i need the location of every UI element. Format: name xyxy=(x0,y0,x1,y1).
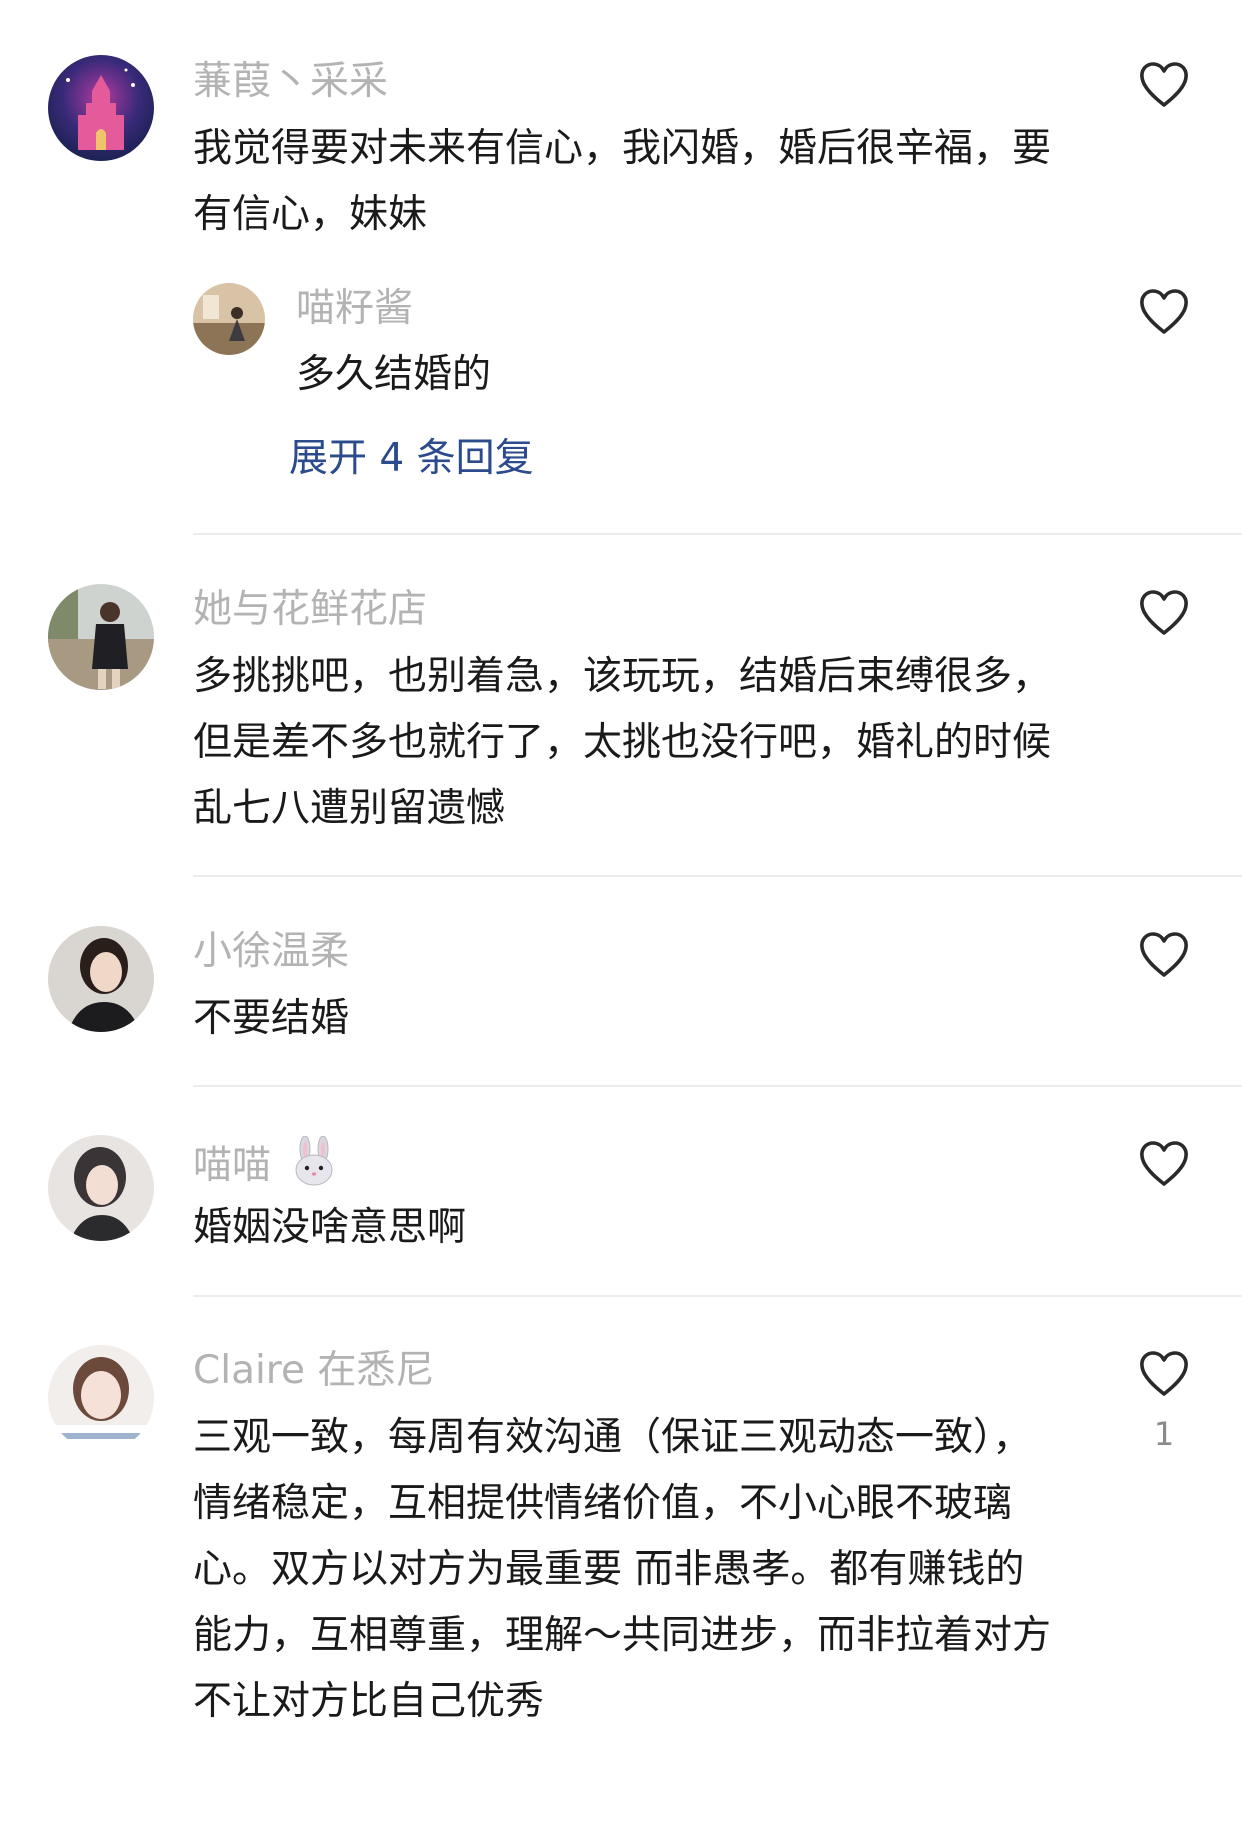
divider xyxy=(193,533,1242,535)
heart-outline-icon[interactable] xyxy=(1139,590,1189,636)
rabbit-face-icon xyxy=(291,1135,337,1199)
expand-replies-link[interactable]: 展开 4 条回复 xyxy=(289,434,534,484)
divider xyxy=(193,875,1242,877)
avatar[interactable] xyxy=(48,1345,154,1451)
avatar[interactable] xyxy=(193,283,265,355)
avatar[interactable] xyxy=(48,1135,154,1241)
avatar[interactable] xyxy=(48,584,154,690)
comment-text: 婚姻没啥意思啊 xyxy=(193,1205,467,1250)
heart-outline-icon[interactable] xyxy=(1139,1351,1189,1397)
heart-outline-icon[interactable] xyxy=(1139,62,1189,108)
heart-outline-icon[interactable] xyxy=(1139,289,1189,335)
heart-outline-icon[interactable] xyxy=(1139,1141,1189,1187)
username[interactable]: 她与花鲜花店 xyxy=(193,585,427,635)
username[interactable]: 蒹葭丶采采 xyxy=(193,57,388,107)
comment-text: 不要结婚 xyxy=(193,996,350,1041)
username-text: 喵喵 xyxy=(193,1143,272,1188)
like-count: 1 xyxy=(1153,1415,1175,1453)
reply-username[interactable]: 喵籽酱 xyxy=(296,284,413,334)
avatar[interactable] xyxy=(48,926,154,1032)
reply-text: 多久结婚的 xyxy=(296,352,492,397)
divider xyxy=(193,1295,1242,1297)
comment-text: 多挑挑吧，也别着急，该玩玩，结婚后束缚很多，但是差不多也就行了，太挑也没行吧，婚… xyxy=(193,654,1052,831)
avatar[interactable] xyxy=(48,55,154,161)
username[interactable]: 小徐温柔 xyxy=(193,927,349,977)
divider xyxy=(193,1085,1242,1087)
username[interactable]: Claire 在悉尼 xyxy=(193,1346,434,1396)
heart-outline-icon[interactable] xyxy=(1139,932,1189,978)
username[interactable]: 喵喵 xyxy=(193,1135,337,1199)
comment-text: 三观一致，每周有效沟通（保证三观动态一致），情绪稳定，互相提供情绪价值，不小心眼… xyxy=(193,1415,1052,1724)
comment-text: 我觉得要对未来有信心，我闪婚，婚后很辛福，要有信心，妹妹 xyxy=(193,126,1052,237)
